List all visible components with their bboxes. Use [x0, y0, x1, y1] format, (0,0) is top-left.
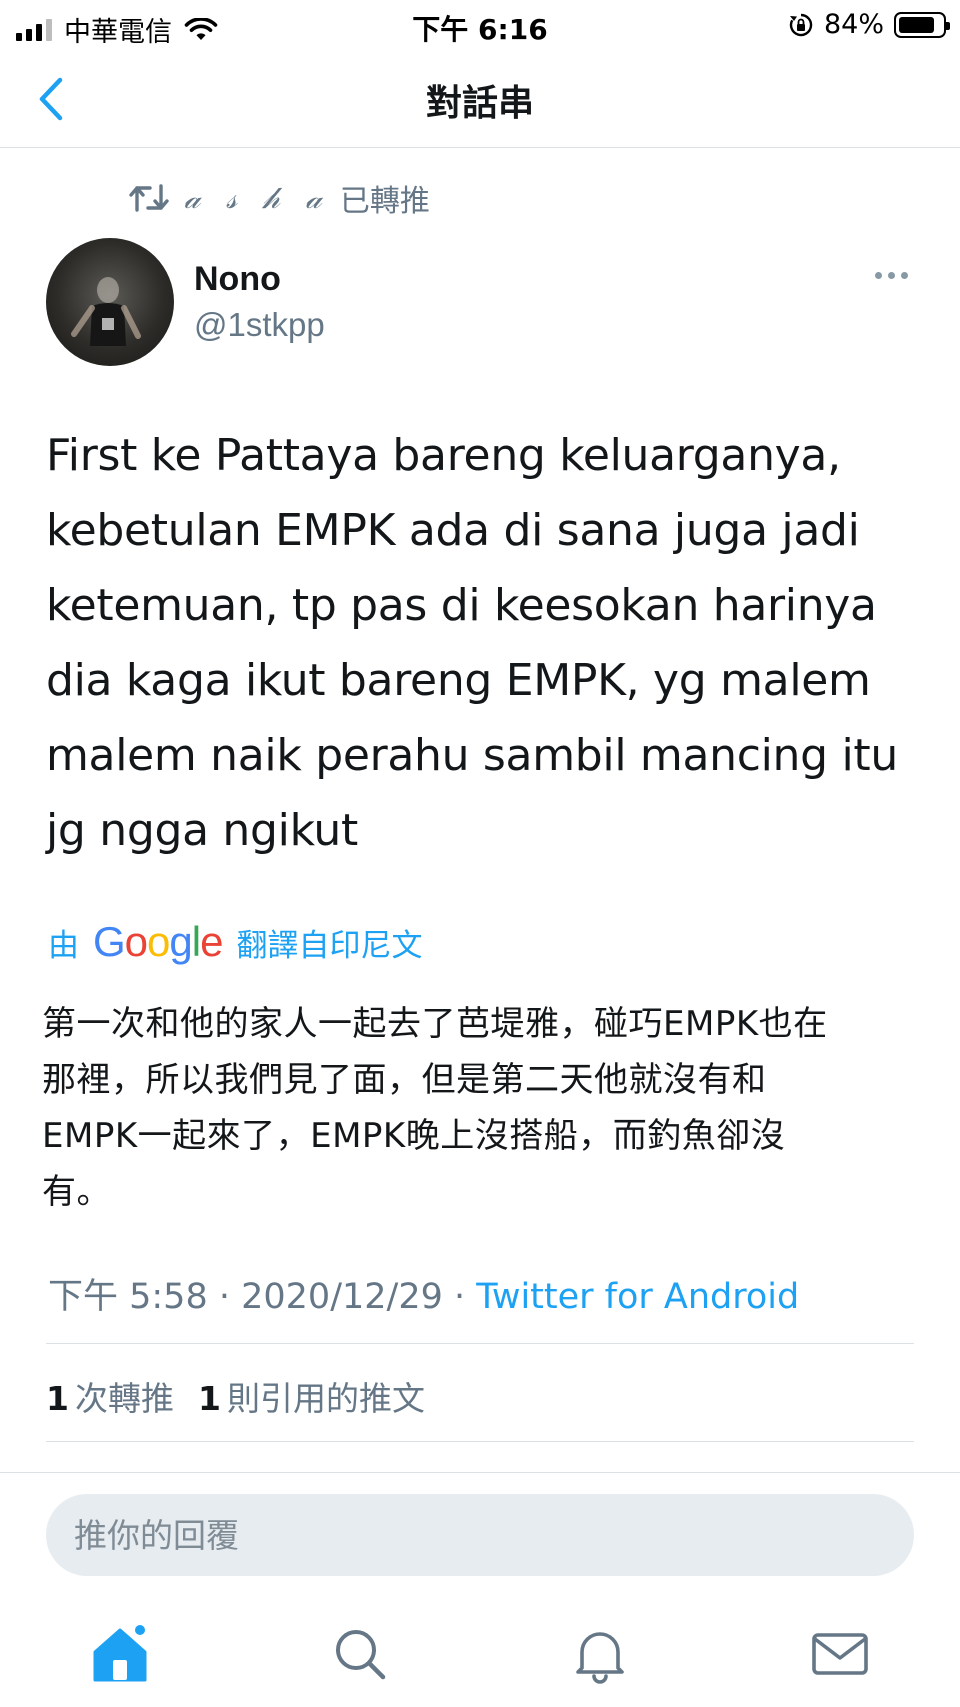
translated-line: 第一次和他的家人一起去了芭堤雅，碰巧EMPK也在 [42, 1004, 828, 1044]
tab-bar [0, 1600, 960, 1707]
tab-notifications[interactable] [568, 1622, 632, 1686]
translated-line: EMPK一起來了，EMPK晚上沒搭船，而釣魚卻沒 [42, 1116, 786, 1156]
bell-icon [576, 1632, 624, 1684]
divider [46, 1441, 914, 1442]
battery-icon [894, 11, 950, 38]
orientation-lock-icon [789, 13, 813, 36]
google-logo: Google [93, 918, 223, 965]
retweeter-name: 𝒶 𝓈 𝒽 𝒶 [184, 180, 330, 216]
nav-bar: 對話串 [0, 50, 960, 148]
avatar-photo [71, 277, 141, 346]
retweet-header[interactable]: 𝒶 𝓈 𝒽 𝒶 已轉推 [128, 176, 430, 220]
tweet-time: 下午 5:58 [48, 1277, 208, 1317]
tweet-line: jg ngga ngikut [46, 805, 358, 856]
battery-percent: 84% [823, 9, 884, 40]
quotes-label: 則引用的推文 [226, 1379, 425, 1418]
meta-separator: · [207, 1277, 242, 1317]
author-handle[interactable]: @1stkpp [194, 306, 325, 344]
translated-line: 那裡，所以我們見了面，但是第二天他就沒有和 [42, 1060, 767, 1100]
tab-messages[interactable] [808, 1622, 872, 1686]
retweet-label: 已轉推 [339, 184, 430, 219]
page-title: 對話串 [425, 83, 534, 124]
translated-line: 有。 [42, 1172, 111, 1212]
status-bar: 中華電信 下午 6:16 84% [0, 0, 960, 50]
tweet-line: ketemuan, tp pas di keesokan harinya [46, 580, 877, 631]
tweet-line: kebetulan EMPK ada di sana juga jadi [46, 505, 860, 556]
reply-input[interactable] [46, 1494, 914, 1576]
retweet-icon [129, 184, 169, 212]
translate-by: 由 [48, 927, 79, 964]
tweet-line: First ke Pattaya bareng keluarganya, [46, 430, 841, 481]
retweets-stat[interactable]: 1 次轉推 [46, 1372, 174, 1420]
tweet-date: 2020/12/29 [241, 1277, 443, 1317]
tab-search[interactable] [328, 1622, 392, 1686]
translated-text: 第一次和他的家人一起去了芭堤雅，碰巧EMPK也在 那裡，所以我們見了面，但是第二… [42, 996, 922, 1220]
divider [46, 1343, 914, 1344]
mail-icon [812, 1633, 868, 1675]
tweet-line: malem naik perahu sambil mancing itu [46, 730, 898, 781]
meta-separator: · [442, 1277, 477, 1317]
more-options-button[interactable] [869, 266, 914, 285]
translate-label: 翻譯自印尼文 [236, 927, 423, 964]
tweet-line: dia kaga ikut bareng EMPK, yg malem [46, 655, 871, 706]
retweets-label: 次轉推 [74, 1379, 174, 1418]
home-icon [93, 1623, 147, 1682]
quotes-stat[interactable]: 1 則引用的推文 [198, 1372, 425, 1420]
tweet-source-link[interactable]: Twitter for Android [476, 1277, 799, 1317]
battery-level [899, 16, 934, 33]
reply-separator [0, 1472, 960, 1473]
tweet-text: First ke Pattaya bareng keluarganya, keb… [46, 418, 926, 868]
status-right: 84% [788, 9, 950, 40]
retweets-count: 1 [46, 1379, 69, 1418]
tweet-stats: 1 次轉推 1 則引用的推文 [46, 1372, 425, 1420]
tweet-meta: 下午 5:58 · 2020/12/29 · Twitter for Andro… [48, 1268, 799, 1319]
search-icon [336, 1630, 386, 1680]
more-dots-icon [875, 272, 882, 279]
translate-link[interactable]: 由 Google 翻譯自印尼文 [48, 918, 422, 966]
quotes-count: 1 [197, 1379, 221, 1418]
author-name[interactable]: Nono [194, 260, 281, 299]
avatar[interactable] [46, 238, 174, 366]
tab-home[interactable] [88, 1622, 152, 1686]
